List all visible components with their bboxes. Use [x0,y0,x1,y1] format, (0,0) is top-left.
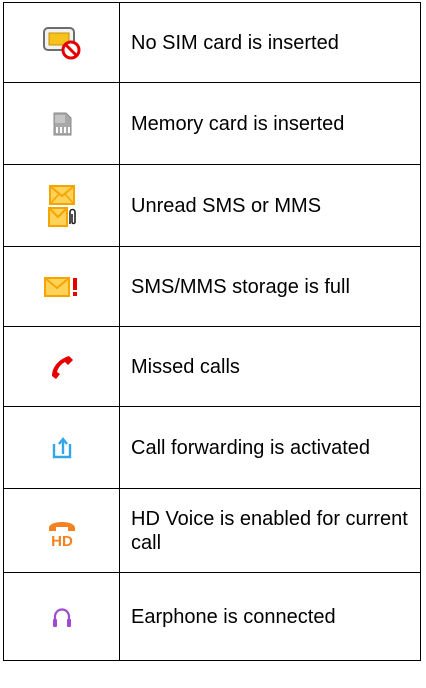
table-row: Memory card is inserted [3,82,421,165]
status-icon-table: No SIM card is inserted Memory card is i… [3,2,421,661]
mms-attachment-icon [47,206,76,227]
row-label: SMS/MMS storage is full [119,246,421,327]
missed-call-icon [51,355,73,379]
row-label: Memory card is inserted [119,82,421,165]
no-sim-card-icon [42,26,80,59]
table-row: Unread SMS or MMS [3,164,421,247]
icon-cell [3,82,120,165]
icon-cell [3,2,120,83]
table-row: No SIM card is inserted [3,2,421,83]
sms-envelope-icon [48,184,75,205]
table-row: Earphone is connected [3,572,421,661]
unread-message-icon [4,184,119,227]
message-storage-full-icon [43,276,77,297]
memory-card-icon [53,112,71,135]
table-row: Call forwarding is activated [3,406,421,489]
row-label: Unread SMS or MMS [119,164,421,247]
icon-cell [3,246,120,327]
row-label: No SIM card is inserted [119,2,421,83]
hd-badge-text: HD [51,533,73,547]
table-row: HD HD Voice is enabled for current call [3,488,421,573]
row-label: HD Voice is enabled for current call [119,488,421,573]
icon-cell: HD [3,488,120,573]
earphone-icon [52,607,71,627]
table-row: Missed calls [3,326,421,407]
icon-cell [3,326,120,407]
row-label: Call forwarding is activated [119,406,421,489]
row-label: Earphone is connected [119,572,421,661]
icon-cell [3,406,120,489]
hd-voice-icon: HD [48,521,75,547]
row-label: Missed calls [119,326,421,407]
table-row: SMS/MMS storage is full [3,246,421,327]
icon-cell [3,164,120,247]
icon-cell [3,572,120,661]
call-forwarding-icon [52,436,71,458]
